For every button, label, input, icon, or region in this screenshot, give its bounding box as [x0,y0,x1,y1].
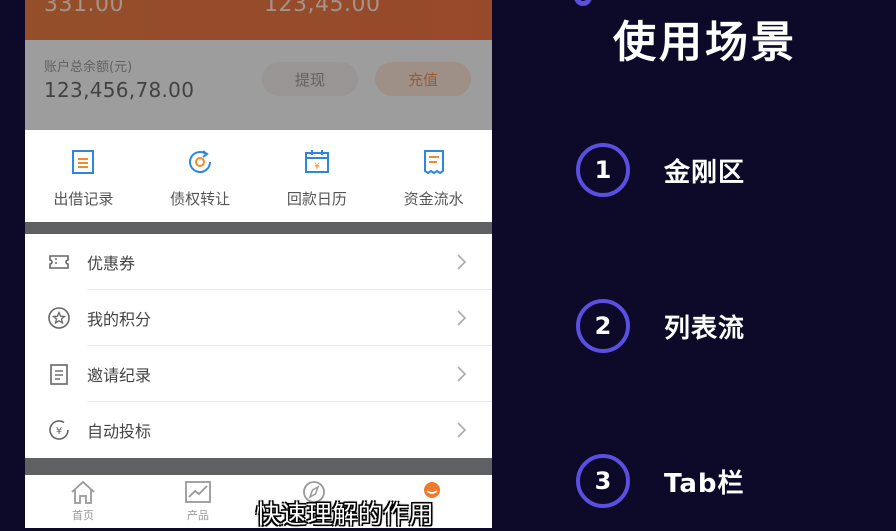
chevron-right-icon [457,422,467,438]
menu-item-auto-bid[interactable]: ¥ 自动投标 [25,402,492,458]
quick-entry-grid: 出借记录 债权转让 ¥ 回款日历 资金流水 [25,130,492,222]
step-number-circle: 2 [576,299,630,353]
chevron-right-icon [457,310,467,326]
step-item: 3 Tab栏 [576,451,745,511]
debt-transfer-icon [186,148,214,180]
step-label: 列表流 [664,313,746,344]
points-icon [48,307,70,329]
grid-item-repayment-calendar[interactable]: ¥ 回款日历 [259,130,376,222]
coupon-icon [49,255,69,269]
step-label: 金刚区 [664,157,746,188]
svg-text:¥: ¥ [314,162,320,172]
slide-panel: 使用场景 1 金刚区 2 列表流 3 Tab栏 [492,0,896,528]
chevron-right-icon [457,254,467,270]
menu-item-coupon[interactable]: 优惠券 [25,234,492,290]
section-divider [25,222,492,234]
grid-item-lending-record[interactable]: 出借记录 [25,130,142,222]
fund-flow-icon [420,148,448,180]
menu-item-label: 自动投标 [87,422,152,441]
step-number-circle: 3 [576,454,630,508]
menu-item-label: 优惠券 [87,254,136,273]
menu-item-invite-record[interactable]: 邀请纪录 [25,346,492,402]
slide-title: 使用场景 [613,18,797,68]
section-divider [25,458,492,475]
step-item: 1 金刚区 [576,140,745,200]
grid-item-debt-transfer[interactable]: 债权转让 [142,130,259,222]
menu-item-label: 我的积分 [87,310,152,329]
svg-text:¥: ¥ [56,426,62,437]
grid-item-fund-flow[interactable]: 资金流水 [375,130,492,222]
grid-label: 出借记录 [53,190,114,208]
grid-label: 回款日历 [286,190,347,208]
decorative-ring-icon [574,0,592,6]
grid-label: 债权转让 [170,190,231,208]
step-number-circle: 1 [576,143,630,197]
menu-item-points[interactable]: 我的积分 [25,290,492,346]
subtitle-text: 快速理解的作用 [255,500,435,529]
auto-bid-icon: ¥ [49,420,69,440]
grid-label: 资金流水 [403,190,464,208]
invite-record-icon [50,364,68,385]
chevron-right-icon [457,366,467,382]
menu-list: 优惠券 我的积分 邀请纪录 ¥ 自动投标 [25,234,492,458]
repayment-calendar-icon: ¥ [303,148,331,180]
dim-overlay [25,0,492,130]
menu-item-label: 邀请纪录 [87,366,152,385]
step-label: Tab栏 [664,468,745,499]
lending-record-icon [69,148,97,180]
step-item: 2 列表流 [576,296,745,356]
phone-screen: 331.00 123,45.00 账户总余额(元) 123,456,78.00 … [25,0,492,528]
